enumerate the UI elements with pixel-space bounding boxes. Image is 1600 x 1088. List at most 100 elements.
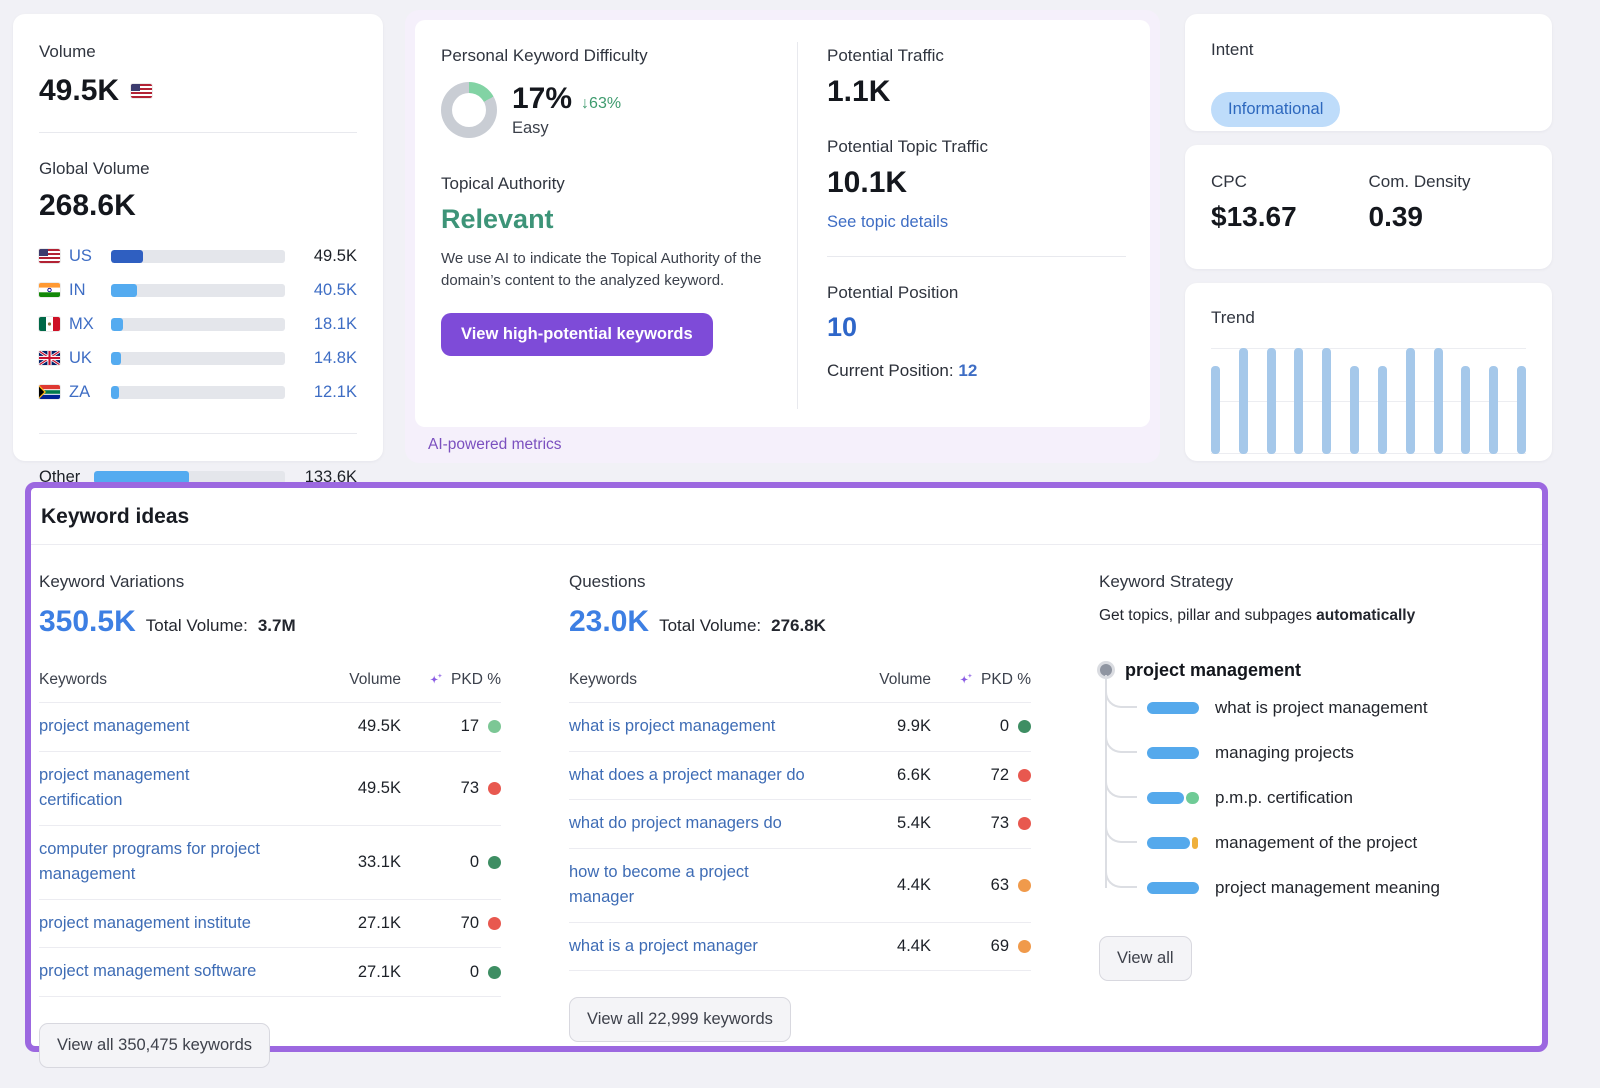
keyword-strategy-subtitle: Get topics, pillar and subpages automati… xyxy=(1099,607,1519,625)
tree-connector-elbow xyxy=(1105,810,1137,843)
keyword-link[interactable]: computer programs for project management xyxy=(39,837,331,888)
pkd-level: Easy xyxy=(512,119,621,138)
keyword-progress-pill xyxy=(1147,837,1199,849)
volume-column-header: Volume xyxy=(331,671,401,689)
trend-bar xyxy=(1378,366,1387,454)
keyword-link[interactable]: project management xyxy=(39,714,331,740)
pkd-status-dot xyxy=(488,782,501,795)
view-all-variations-button[interactable]: View all 350,475 keywords xyxy=(39,1023,270,1068)
keyword-pkd: 63 xyxy=(931,876,1031,895)
com-density-value: 0.39 xyxy=(1369,201,1527,233)
divider xyxy=(827,256,1126,257)
uk-flag-icon xyxy=(39,351,60,365)
pkd-value: 17% xyxy=(512,82,572,116)
keyword-volume: 49.5K xyxy=(331,779,401,798)
table-header: Keywords Volume PKD % xyxy=(569,671,1031,702)
keyword-volume: 5.4K xyxy=(861,814,931,833)
trend-bar xyxy=(1294,348,1303,454)
keyword-pkd: 0 xyxy=(401,963,501,982)
pkd-status-dot xyxy=(488,720,501,733)
pkd-status-dot xyxy=(488,917,501,930)
keyword-table-row: what is project management9.9K0 xyxy=(569,702,1031,751)
cpc-value: $13.67 xyxy=(1211,201,1369,233)
pkd-status-dot xyxy=(488,856,501,869)
country-code-link[interactable]: UK xyxy=(69,349,107,368)
keyword-strategy-title: Keyword Strategy xyxy=(1099,572,1519,592)
keyword-volume: 9.9K xyxy=(861,717,931,736)
keyword-link[interactable]: project management institute xyxy=(39,911,331,937)
intent-card: Intent Informational xyxy=(1185,14,1552,131)
difficulty-donut-chart xyxy=(441,82,497,138)
country-code-link[interactable]: US xyxy=(69,247,107,266)
see-topic-details-link[interactable]: See topic details xyxy=(827,213,948,231)
keyword-link[interactable]: what does a project manager do xyxy=(569,763,861,789)
keyword-link[interactable]: project management certification xyxy=(39,763,331,814)
keyword-link[interactable]: how to become a project manager xyxy=(569,860,861,911)
country-volume-row: UK 14.8K xyxy=(39,341,357,375)
country-code-link[interactable]: MX xyxy=(69,315,107,334)
country-volume-bar xyxy=(111,250,285,263)
ai-powered-metrics-footer: AI-powered metrics xyxy=(415,427,1150,463)
view-high-potential-keywords-button[interactable]: View high-potential keywords xyxy=(441,313,713,356)
global-volume-label: Global Volume xyxy=(39,159,357,179)
divider xyxy=(797,42,798,409)
keyword-link[interactable]: project management software xyxy=(39,959,331,985)
view-all-strategy-button[interactable]: View all xyxy=(1099,936,1192,981)
tree-root-topic: project management xyxy=(1099,655,1519,685)
questions-title: Questions xyxy=(569,572,1031,592)
tree-subpage-label: management of the project xyxy=(1215,833,1417,853)
questions-count: 23.0K xyxy=(569,605,649,639)
tree-subpage-row: project management meaning xyxy=(1099,865,1519,910)
country-volume-value[interactable]: 40.5K xyxy=(297,281,357,300)
keyword-table-row: project management49.5K17 xyxy=(39,702,501,751)
tree-subpage-row: managing projects xyxy=(1099,730,1519,775)
tree-subpage-label: project management meaning xyxy=(1215,878,1440,898)
cpc-label: CPC xyxy=(1211,172,1369,192)
intent-informational-badge[interactable]: Informational xyxy=(1211,92,1340,127)
za-flag-icon xyxy=(39,385,60,399)
keyword-pkd: 73 xyxy=(401,779,501,798)
keyword-table-row: project management software27.1K0 xyxy=(39,947,501,997)
current-position-label: Current Position: xyxy=(827,361,954,380)
potential-traffic-label: Potential Traffic xyxy=(827,46,1126,66)
tree-subpage-label: what is project management xyxy=(1215,698,1428,718)
pkd-status-dot xyxy=(1018,940,1031,953)
total-volume-label: Total Volume: xyxy=(659,616,761,636)
view-all-questions-button[interactable]: View all 22,999 keywords xyxy=(569,997,791,1042)
trend-bar xyxy=(1434,348,1443,454)
country-code-link[interactable]: IN xyxy=(69,281,107,300)
pkd-status-dot xyxy=(1018,817,1031,830)
pkd-status-dot xyxy=(1018,769,1031,782)
keyword-table-row: what do project managers do5.4K73 xyxy=(569,799,1031,848)
us-flag-icon xyxy=(131,84,152,98)
keyword-link[interactable]: what do project managers do xyxy=(569,811,861,837)
country-volume-value[interactable]: 18.1K xyxy=(297,315,357,334)
keyword-table-row: project management institute27.1K70 xyxy=(39,899,501,948)
topical-authority-description: We use AI to indicate the Topical Author… xyxy=(441,248,771,292)
total-volume-value: 276.8K xyxy=(771,616,826,636)
keyword-link[interactable]: what is project management xyxy=(569,714,861,740)
current-position-value[interactable]: 12 xyxy=(958,361,977,380)
keyword-pkd: 73 xyxy=(931,814,1031,833)
country-volume-value[interactable]: 12.1K xyxy=(297,383,357,402)
keyword-volume: 6.6K xyxy=(861,766,931,785)
country-volume-bar xyxy=(111,284,285,297)
cpc-card: CPC $13.67 Com. Density 0.39 xyxy=(1185,145,1552,269)
tree-subpage-row: p.m.p. certification xyxy=(1099,775,1519,820)
country-volume-value[interactable]: 49.5K xyxy=(297,247,357,266)
keyword-volume: 27.1K xyxy=(331,914,401,933)
trend-bar xyxy=(1406,348,1415,454)
pkd-status-dot xyxy=(1018,720,1031,733)
keywords-column-header: Keywords xyxy=(569,671,861,689)
mx-flag-icon xyxy=(39,317,60,331)
country-volume-value[interactable]: 14.8K xyxy=(297,349,357,368)
current-position-row: Current Position: 12 xyxy=(827,361,1126,381)
keyword-pkd: 17 xyxy=(401,717,501,736)
tree-subpage-label: managing projects xyxy=(1215,743,1354,763)
country-code-link[interactable]: ZA xyxy=(69,383,107,402)
keyword-link[interactable]: what is a project manager xyxy=(569,934,861,960)
com-density-label: Com. Density xyxy=(1369,172,1527,192)
trend-bar xyxy=(1517,366,1526,454)
us-flag-icon xyxy=(39,249,60,263)
total-volume-label: Total Volume: xyxy=(146,616,248,636)
